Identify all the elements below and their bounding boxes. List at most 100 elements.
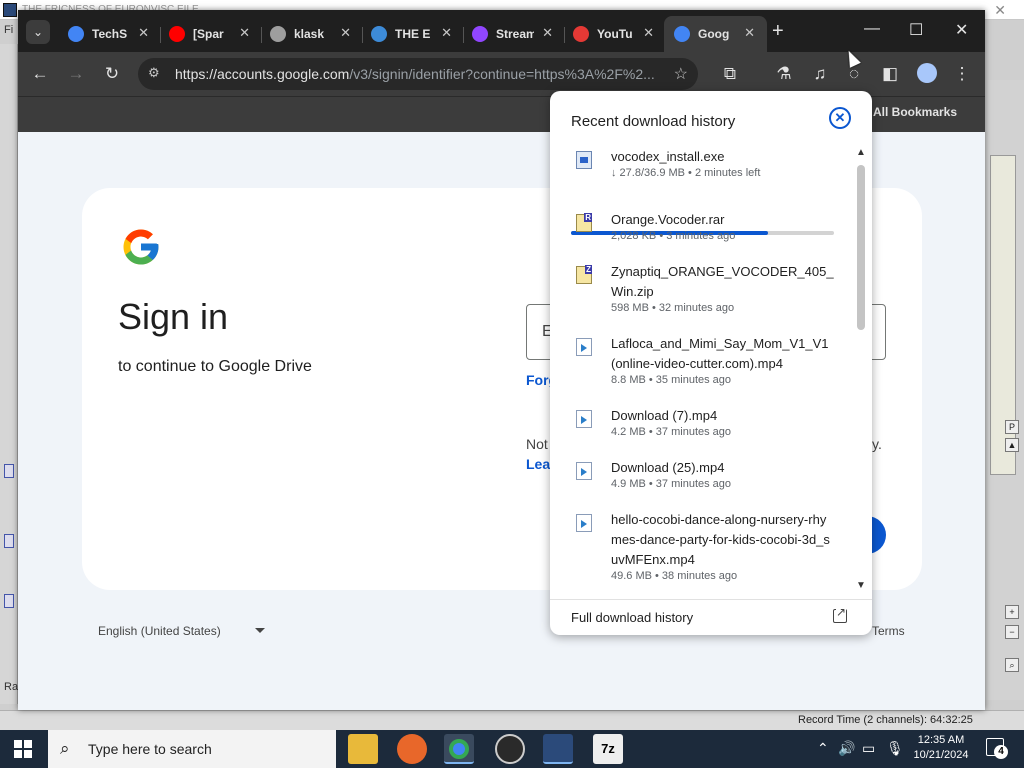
tab-close-icon[interactable]: ✕ (239, 25, 250, 41)
tab-favicon-icon (674, 26, 690, 42)
side-panel-icon[interactable]: ◧ (878, 62, 902, 86)
download-filename: Lafloca_and_Mimi_Say_Mom_V1_V1 (online-v… (611, 336, 829, 371)
background-close-icon[interactable]: ✕ (994, 2, 1006, 19)
tab-the-e[interactable]: THE E ✕ (361, 16, 464, 52)
taskbar-search[interactable]: ⌕ Type here to search (48, 730, 336, 768)
tab-youtube[interactable]: YouTu ✕ (563, 16, 666, 52)
tab-close-icon[interactable]: ✕ (340, 25, 351, 41)
zoom-in-icon[interactable]: + (1005, 605, 1019, 619)
labs-flask-icon[interactable]: ⚗ (772, 62, 796, 86)
tab-close-icon[interactable]: ✕ (441, 25, 452, 41)
tab-label: TechS (92, 27, 128, 41)
firefox-icon[interactable] (397, 734, 427, 764)
page-title: Sign in (118, 296, 229, 337)
full-download-history-link[interactable]: Full download history (571, 610, 693, 625)
file-explorer-icon[interactable] (348, 734, 378, 764)
menu-dots-icon[interactable]: ⋮ (950, 62, 974, 86)
scroll-up-icon[interactable]: ▲ (856, 147, 866, 158)
bookmark-star-icon[interactable]: ☆ (674, 64, 688, 84)
windows-start-icon[interactable] (14, 740, 32, 758)
minimize-icon[interactable]: — (864, 20, 880, 38)
browser-toolbar: ← → ↻ ⚙ https://accounts.google.com/v3/s… (18, 52, 985, 96)
tab-close-icon[interactable]: ✕ (542, 25, 553, 41)
open-external-icon[interactable] (833, 605, 847, 623)
microphone-icon[interactable]: 🎙 (886, 740, 904, 757)
rar-file-icon (576, 213, 592, 232)
7zip-icon[interactable]: 7z (593, 734, 623, 764)
learn-more-link[interactable]: Lea (526, 456, 550, 472)
download-meta: 4.9 MB • 37 minutes ago (611, 478, 732, 490)
video-file-icon (576, 410, 592, 428)
track-marker-icon (4, 464, 14, 478)
clock-time: 12:35 AM (917, 734, 965, 746)
new-tab-icon[interactable]: + (772, 21, 784, 41)
reload-icon[interactable]: ↻ (100, 62, 124, 86)
tab-close-icon[interactable]: ✕ (138, 25, 149, 41)
volume-icon[interactable]: 🔊 (838, 740, 855, 757)
scroll-up-icon[interactable]: ▲ (1005, 438, 1019, 452)
search-icon: ⌕ (60, 739, 70, 758)
clock-date: 10/21/2024 (913, 749, 969, 761)
download-meta: 2,028 KB • 3 minutes ago (611, 230, 736, 242)
popup-title: Recent download history (571, 113, 736, 130)
address-bar[interactable]: ⚙ https://accounts.google.com/v3/signin/… (138, 58, 698, 90)
audio-app-taskbar-icon[interactable] (543, 734, 573, 764)
all-bookmarks-button[interactable]: All Bookmarks (873, 105, 957, 119)
scroll-down-icon[interactable]: ▼ (856, 580, 866, 591)
media-control-icon[interactable]: ♫ (808, 62, 832, 86)
close-icon[interactable]: ✕ (829, 107, 851, 129)
site-info-icon[interactable]: ⚙ (148, 65, 160, 81)
tab-close-icon[interactable]: ✕ (643, 25, 654, 41)
tab-close-icon[interactable]: ✕ (744, 25, 755, 41)
network-icon[interactable]: ▭ (862, 740, 875, 757)
audio-app-icon (3, 3, 17, 17)
download-filename: Zynaptiq_ORANGE_VOCODER_405_Win.zip (611, 264, 834, 299)
obs-icon[interactable] (495, 734, 525, 764)
background-menu[interactable]: Fi (4, 24, 13, 36)
tab-klask[interactable]: klask ✕ (260, 16, 363, 52)
maximize-icon[interactable]: ☐ (909, 20, 923, 40)
tab-label: YouTu (597, 27, 633, 41)
download-meta: 598 MB • 32 minutes ago (611, 302, 735, 314)
record-time: Record Time (2 channels): 64:32:25 (798, 714, 973, 726)
tab-favicon-icon (270, 26, 286, 42)
not-your-computer-text-end: y. (872, 436, 882, 452)
download-filename: Orange.Vocoder.rar (611, 212, 725, 227)
download-filename: hello-cocobi-dance-along-nursery-rhymes-… (611, 512, 830, 567)
background-status-bar: Ra Record Time (2 channels): 64:32:25 (0, 681, 1024, 730)
tab-spar[interactable]: [Spar ✕ (159, 16, 262, 52)
page-subtitle: to continue to Google Drive (118, 358, 312, 375)
tab-label: Goog (698, 27, 730, 41)
tab-favicon-icon (169, 26, 185, 42)
scrollbar-thumb[interactable] (857, 165, 865, 330)
zoom-icon[interactable]: ⌕ (1005, 658, 1019, 672)
url-text[interactable]: https://accounts.google.com/v3/signin/id… (175, 66, 665, 82)
download-list: vocodex_install.exe ↓ 27.8/36.9 MB • 2 m… (550, 143, 872, 587)
caret-down-icon[interactable] (255, 628, 265, 633)
background-right-panel: P ▲ + − ⌕ (985, 80, 1024, 700)
panel-p-button[interactable]: P (1005, 420, 1019, 434)
track-marker-icon (4, 594, 14, 608)
tab-techs[interactable]: TechS ✕ (58, 16, 161, 52)
download-filename: Download (7).mp4 (611, 408, 718, 423)
extensions-icon[interactable]: ⧉ (718, 62, 742, 86)
search-placeholder: Type here to search (88, 741, 212, 757)
download-scrollbar[interactable]: ▲ ▼ (855, 147, 867, 591)
exe-file-icon (576, 151, 592, 169)
show-hidden-icons-icon[interactable]: ⌃ (817, 740, 829, 757)
tab-google[interactable]: Goog ✕ (664, 16, 767, 52)
forward-icon[interactable]: → (64, 62, 88, 86)
notification-count-badge: 4 (994, 745, 1008, 759)
language-selector[interactable]: English (United States) (98, 624, 221, 638)
tab-label: THE E (395, 27, 431, 41)
tab-search-chevron-icon[interactable]: ⌄ (26, 20, 50, 44)
tab-stream[interactable]: Stream ✕ (462, 16, 565, 52)
zoom-out-icon[interactable]: − (1005, 625, 1019, 639)
chrome-icon[interactable] (444, 734, 474, 764)
close-window-icon[interactable]: ✕ (955, 20, 968, 40)
full-history-row[interactable]: Full download history (550, 599, 872, 635)
back-icon[interactable]: ← (28, 62, 52, 86)
profile-avatar-icon[interactable] (917, 63, 937, 83)
terms-link[interactable]: Terms (872, 624, 905, 638)
taskbar-clock[interactable]: 12:35 AM 10/21/2024 (905, 733, 977, 763)
